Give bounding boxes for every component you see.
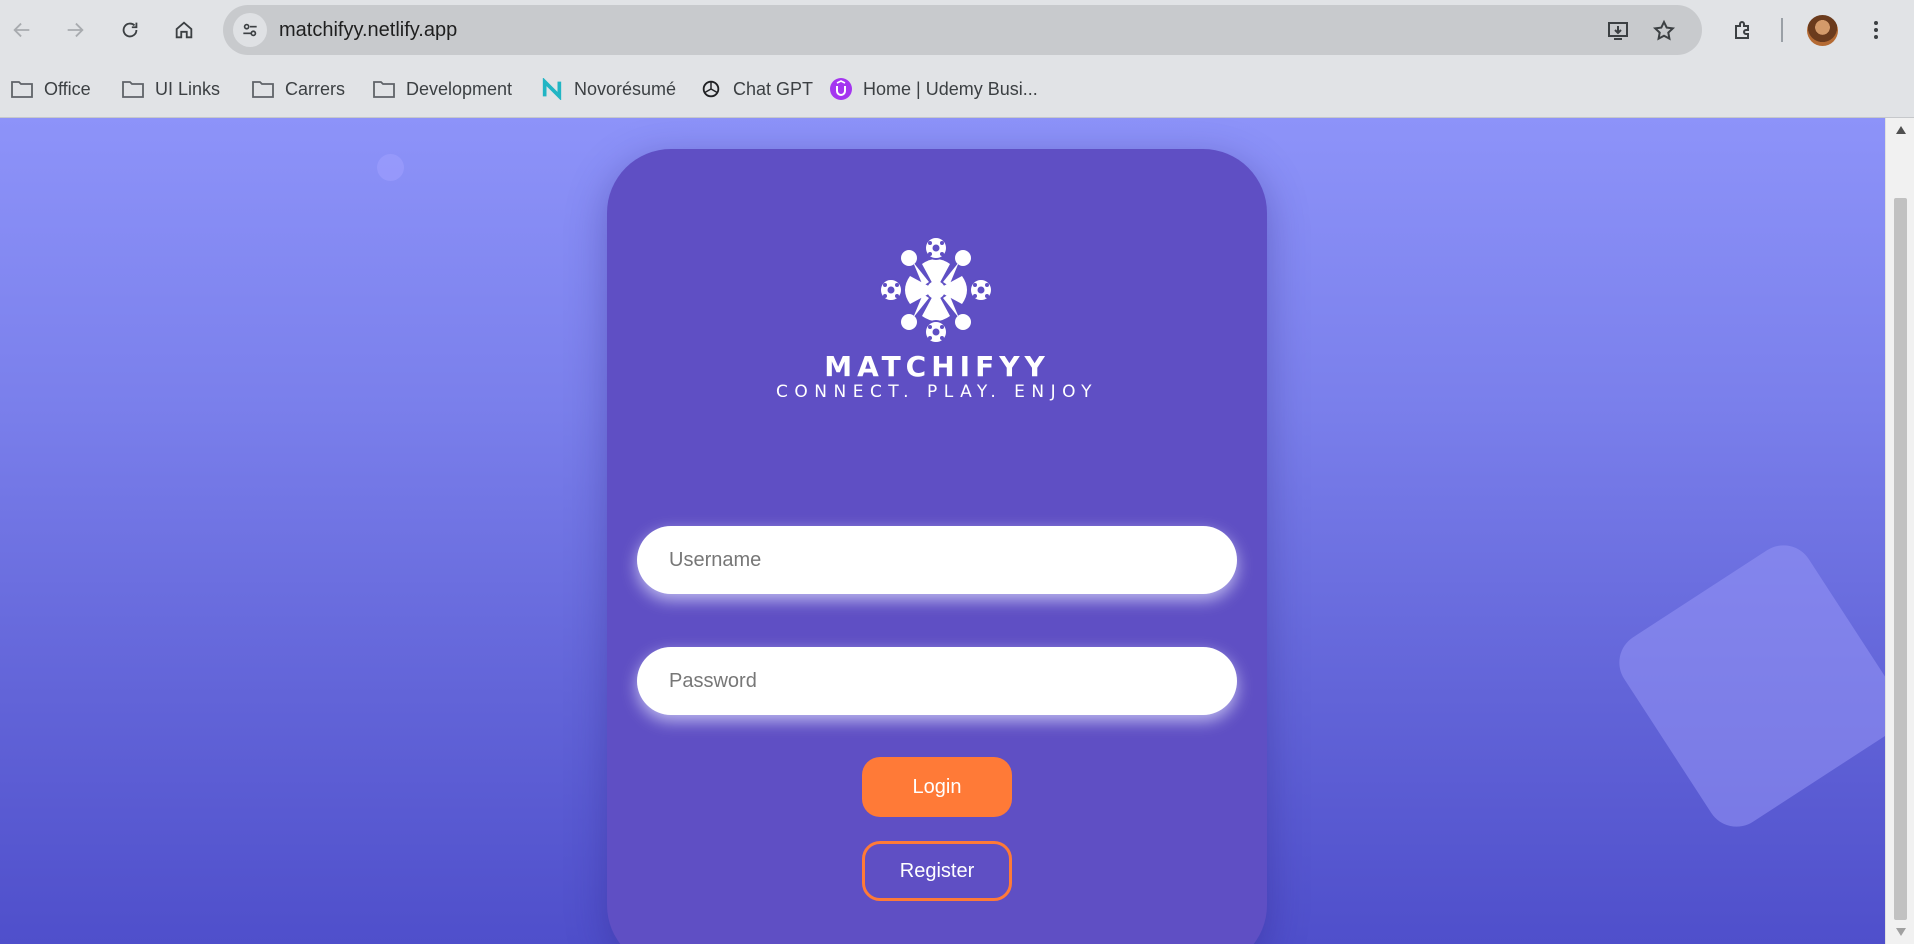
bookmark-label: Office xyxy=(44,78,91,99)
username-input[interactable] xyxy=(637,526,1237,594)
chatgpt-icon xyxy=(699,78,723,100)
folder-icon xyxy=(251,78,275,100)
bookmark-chatgpt[interactable]: Chat GPT xyxy=(699,76,813,102)
bookmark-label: Home | Udemy Busi... xyxy=(863,78,1038,99)
site-info-button[interactable] xyxy=(233,13,267,47)
scroll-up-arrow-icon[interactable] xyxy=(1894,124,1907,136)
brand-tagline: CONNECT. PLAY. ENJOY xyxy=(776,382,1098,402)
password-input[interactable] xyxy=(637,647,1237,715)
bookmark-label: Carrers xyxy=(285,78,346,99)
page-viewport: MATCHIFYY CONNECT. PLAY. ENJOY Login Reg… xyxy=(0,118,1885,944)
novoresume-icon xyxy=(540,78,564,100)
extensions-button[interactable] xyxy=(1727,14,1759,46)
scrollbar-thumb[interactable] xyxy=(1894,198,1907,920)
star-icon xyxy=(1652,19,1676,41)
install-icon xyxy=(1608,22,1628,40)
toolbar-divider xyxy=(1781,18,1783,42)
url-text: matchifyy.netlify.app xyxy=(279,19,458,41)
puzzle-icon xyxy=(1735,21,1749,39)
bookmark-novoresume[interactable]: Novorésumé xyxy=(540,76,676,102)
login-button[interactable]: Login xyxy=(862,757,1012,817)
decorative-square xyxy=(1607,533,1885,839)
udemy-icon xyxy=(829,78,853,100)
forward-button[interactable] xyxy=(57,12,93,48)
back-button[interactable] xyxy=(4,12,40,48)
bookmark-ui-links[interactable]: UI Links xyxy=(121,76,220,102)
login-card: MATCHIFYY CONNECT. PLAY. ENJOY Login Reg… xyxy=(607,149,1267,944)
home-button[interactable] xyxy=(166,12,202,48)
reload-button[interactable] xyxy=(112,12,148,48)
bookmark-carrers[interactable]: Carrers xyxy=(251,76,345,102)
register-button[interactable]: Register xyxy=(862,841,1012,901)
menu-button[interactable] xyxy=(1860,14,1892,46)
reload-icon xyxy=(122,22,138,38)
bookmark-office[interactable]: Office xyxy=(10,76,91,102)
arrow-right-icon xyxy=(67,22,84,38)
folder-icon xyxy=(372,78,396,100)
arrow-left-icon xyxy=(13,22,30,38)
bookmark-label: Development xyxy=(406,78,513,99)
bookmark-label: Chat GPT xyxy=(733,78,814,99)
bookmark-label: UI Links xyxy=(155,78,221,99)
scroll-down-arrow-icon[interactable] xyxy=(1894,926,1907,938)
address-bar[interactable]: matchifyy.netlify.app xyxy=(223,5,1702,55)
tune-icon xyxy=(243,23,257,37)
brand-name: MATCHIFYY xyxy=(824,350,1050,383)
matchifyy-logo-icon xyxy=(879,236,993,344)
browser-toolbar: matchifyy.netlify.app xyxy=(0,0,1914,60)
profile-avatar[interactable] xyxy=(1807,15,1838,46)
decorative-circle xyxy=(377,154,404,181)
folder-icon xyxy=(10,78,34,100)
bookmark-star-button[interactable] xyxy=(1650,17,1678,45)
install-app-button[interactable] xyxy=(1604,17,1632,45)
bookmarks-bar: Office UI Links Carrers Development Novo… xyxy=(0,60,1914,118)
page-scrollbar[interactable] xyxy=(1885,118,1914,944)
folder-icon xyxy=(121,78,145,100)
home-icon xyxy=(175,21,193,39)
bookmark-udemy[interactable]: Home | Udemy Busi... xyxy=(829,76,1038,102)
bookmark-label: Novorésumé xyxy=(574,78,677,99)
bookmark-development[interactable]: Development xyxy=(372,76,512,102)
kebab-menu-icon xyxy=(1874,21,1878,39)
